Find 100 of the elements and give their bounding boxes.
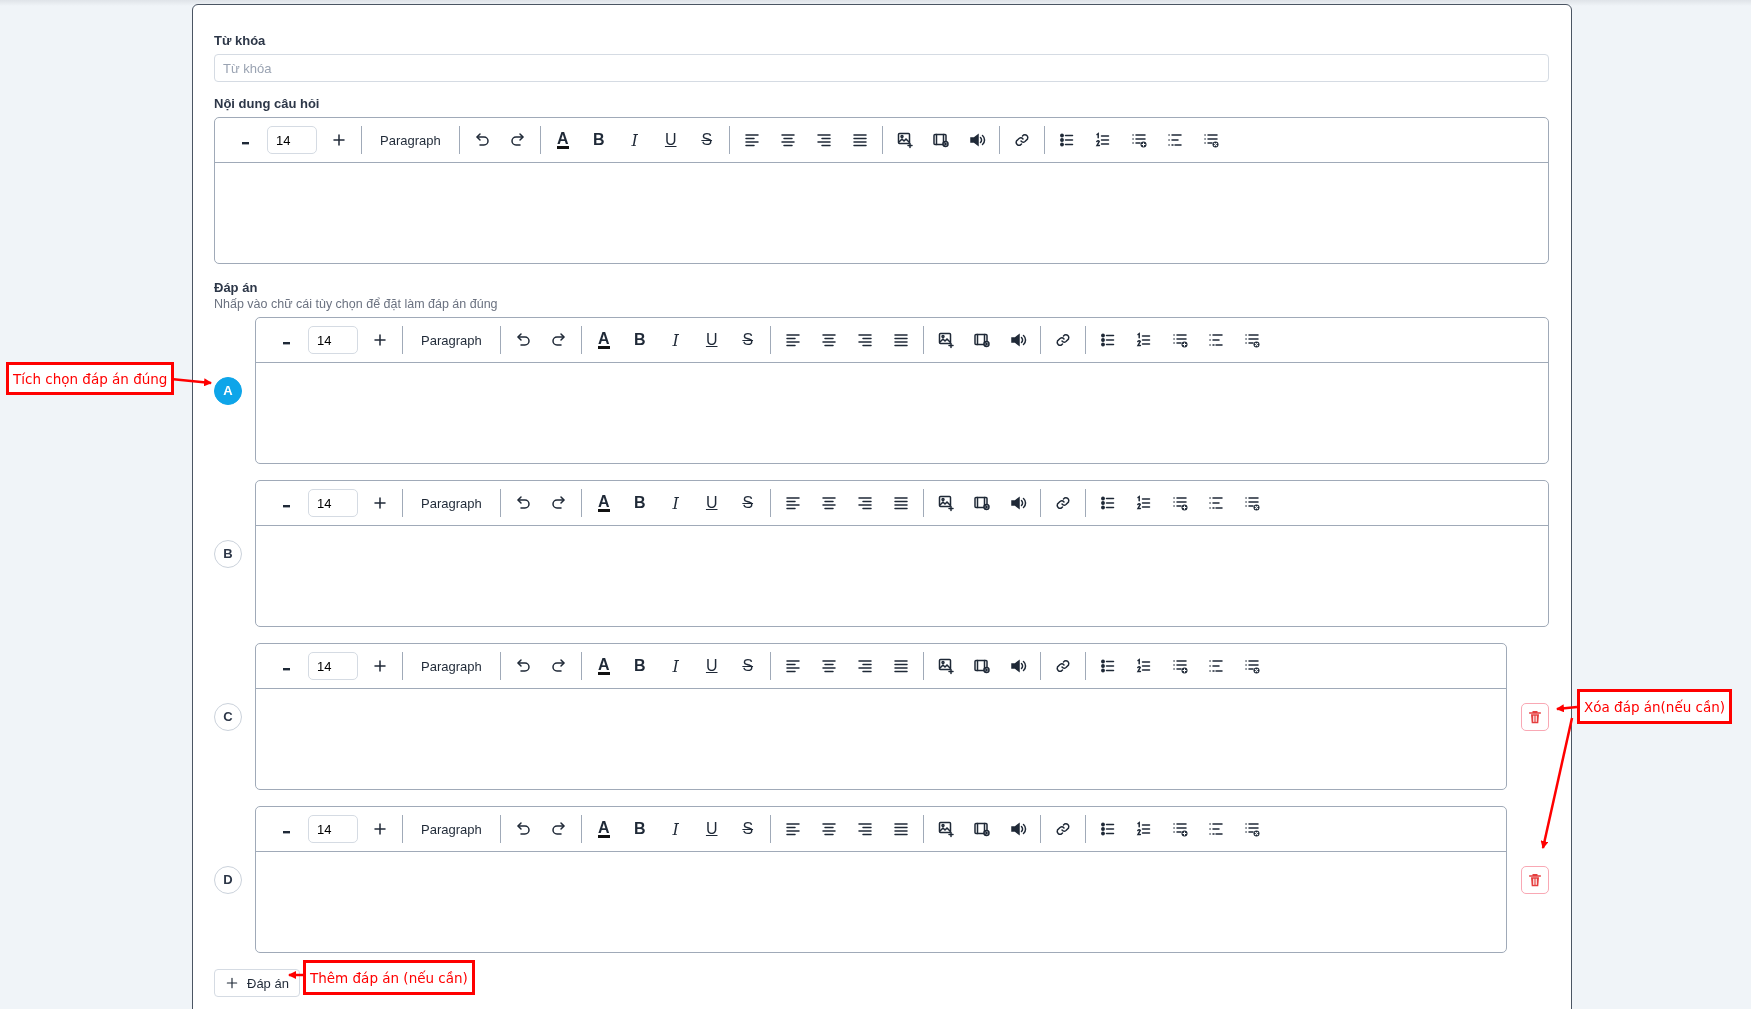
font-size-field[interactable]: 14 <box>308 326 358 354</box>
minus-icon <box>282 830 290 834</box>
add-answer-button[interactable]: Đáp án <box>214 969 300 997</box>
rich-text-editor[interactable]: 14 Paragraph A B I U S <box>255 643 1507 790</box>
text-color-button[interactable]: A <box>544 125 581 155</box>
keyword-field[interactable]: Từ khóa <box>214 54 1549 82</box>
dashed-list-icon <box>1206 331 1225 349</box>
minus-icon <box>282 504 290 508</box>
plus-icon <box>330 131 348 149</box>
align-left-icon <box>783 820 802 838</box>
rich-text-editor[interactable]: 14 Paragraph A B I U S <box>255 806 1507 953</box>
video-icon <box>972 820 991 838</box>
paragraph-dropdown[interactable]: Paragraph <box>366 125 455 155</box>
plus-icon <box>371 657 389 675</box>
align-center-icon <box>778 131 797 149</box>
italic-button[interactable]: I <box>616 125 653 155</box>
image-add-icon <box>936 820 955 838</box>
bold-button[interactable]: B <box>621 651 658 681</box>
redo-icon <box>549 820 568 838</box>
italic-button[interactable]: I <box>657 488 694 518</box>
strikethrough-button[interactable]: S <box>688 125 725 155</box>
delete-button[interactable] <box>1521 865 1549 894</box>
speaker-icon <box>1008 820 1027 838</box>
underline-button[interactable]: U <box>652 125 689 155</box>
rich-text-editor[interactable]: 14 Paragraph A B I U S <box>214 117 1549 264</box>
delete-button[interactable] <box>1521 702 1549 731</box>
paragraph-dropdown[interactable]: Paragraph <box>407 651 496 681</box>
paragraph-dropdown[interactable]: Paragraph <box>407 814 496 844</box>
underline-button[interactable]: U <box>693 814 730 844</box>
text-color-button[interactable]: A <box>585 651 622 681</box>
bullet-list-icon <box>1098 331 1117 349</box>
paragraph-dropdown[interactable]: Paragraph <box>407 488 496 518</box>
bold-button[interactable]: B <box>621 325 658 355</box>
dashed-list-icon <box>1206 820 1225 838</box>
italic-button[interactable]: I <box>657 814 694 844</box>
dashed-list-icon <box>1206 657 1225 675</box>
image-add-icon <box>936 331 955 349</box>
image-add-icon <box>895 131 914 149</box>
bold-button[interactable]: B <box>580 125 617 155</box>
text-color-button[interactable]: A <box>585 325 622 355</box>
redo-icon <box>508 131 527 149</box>
align-left-icon <box>783 331 802 349</box>
list-add-icon <box>1170 331 1189 349</box>
bold-button[interactable]: B <box>621 814 658 844</box>
trash-icon <box>1527 871 1543 888</box>
underline-button[interactable]: U <box>693 651 730 681</box>
font-size-field[interactable]: 14 <box>308 652 358 680</box>
image-add-icon <box>936 494 955 512</box>
list-remove-icon <box>1242 331 1261 349</box>
bullet-list-icon <box>1098 494 1117 512</box>
speaker-icon <box>1008 657 1027 675</box>
field-label: Đáp án <box>214 280 259 295</box>
strikethrough-button[interactable]: S <box>729 488 766 518</box>
link-icon <box>1053 657 1072 675</box>
font-size-field[interactable]: 14 <box>308 489 358 517</box>
speaker-icon <box>1008 331 1027 349</box>
strikethrough-button[interactable]: S <box>729 814 766 844</box>
align-left-icon <box>742 131 761 149</box>
plus-icon <box>371 494 389 512</box>
align-justify-icon <box>891 331 910 349</box>
align-justify-icon <box>850 131 869 149</box>
numbered-list-icon <box>1093 131 1112 149</box>
italic-button[interactable]: I <box>657 651 694 681</box>
strikethrough-button[interactable]: S <box>729 325 766 355</box>
image-add-icon <box>936 657 955 675</box>
video-icon <box>972 331 991 349</box>
redo-icon <box>549 331 568 349</box>
list-remove-icon <box>1201 131 1220 149</box>
underline-button[interactable]: U <box>693 325 730 355</box>
rich-text-editor[interactable]: 14 Paragraph A B I U S <box>255 480 1549 627</box>
link-icon <box>1012 131 1031 149</box>
redo-icon <box>549 494 568 512</box>
text-color-button[interactable]: A <box>585 814 622 844</box>
option-letter-button[interactable]: B <box>214 539 242 568</box>
italic-button[interactable]: I <box>657 325 694 355</box>
link-icon <box>1053 820 1072 838</box>
link-icon <box>1053 331 1072 349</box>
numbered-list-icon <box>1134 494 1153 512</box>
align-center-icon <box>819 657 838 675</box>
field-label: Từ khóa <box>214 33 267 48</box>
font-size-field[interactable]: 14 <box>308 815 358 843</box>
underline-button[interactable]: U <box>693 488 730 518</box>
text-color-button[interactable]: A <box>585 488 622 518</box>
font-size-field[interactable]: 14 <box>267 126 317 154</box>
strikethrough-button[interactable]: S <box>729 651 766 681</box>
bullet-list-icon <box>1057 131 1076 149</box>
list-remove-icon <box>1242 820 1261 838</box>
align-justify-icon <box>891 657 910 675</box>
paragraph-dropdown[interactable]: Paragraph <box>407 325 496 355</box>
bold-button[interactable]: B <box>621 488 658 518</box>
video-icon <box>972 657 991 675</box>
option-letter-button[interactable]: C <box>214 702 242 731</box>
option-letter-button[interactable]: D <box>214 865 242 894</box>
align-center-icon <box>819 331 838 349</box>
bullet-list-icon <box>1098 820 1117 838</box>
plus-icon <box>371 820 389 838</box>
minus-icon <box>282 341 290 345</box>
rich-text-editor[interactable]: 14 Paragraph A B I U S <box>255 317 1549 464</box>
align-justify-icon <box>891 820 910 838</box>
dashed-list-icon <box>1165 131 1184 149</box>
